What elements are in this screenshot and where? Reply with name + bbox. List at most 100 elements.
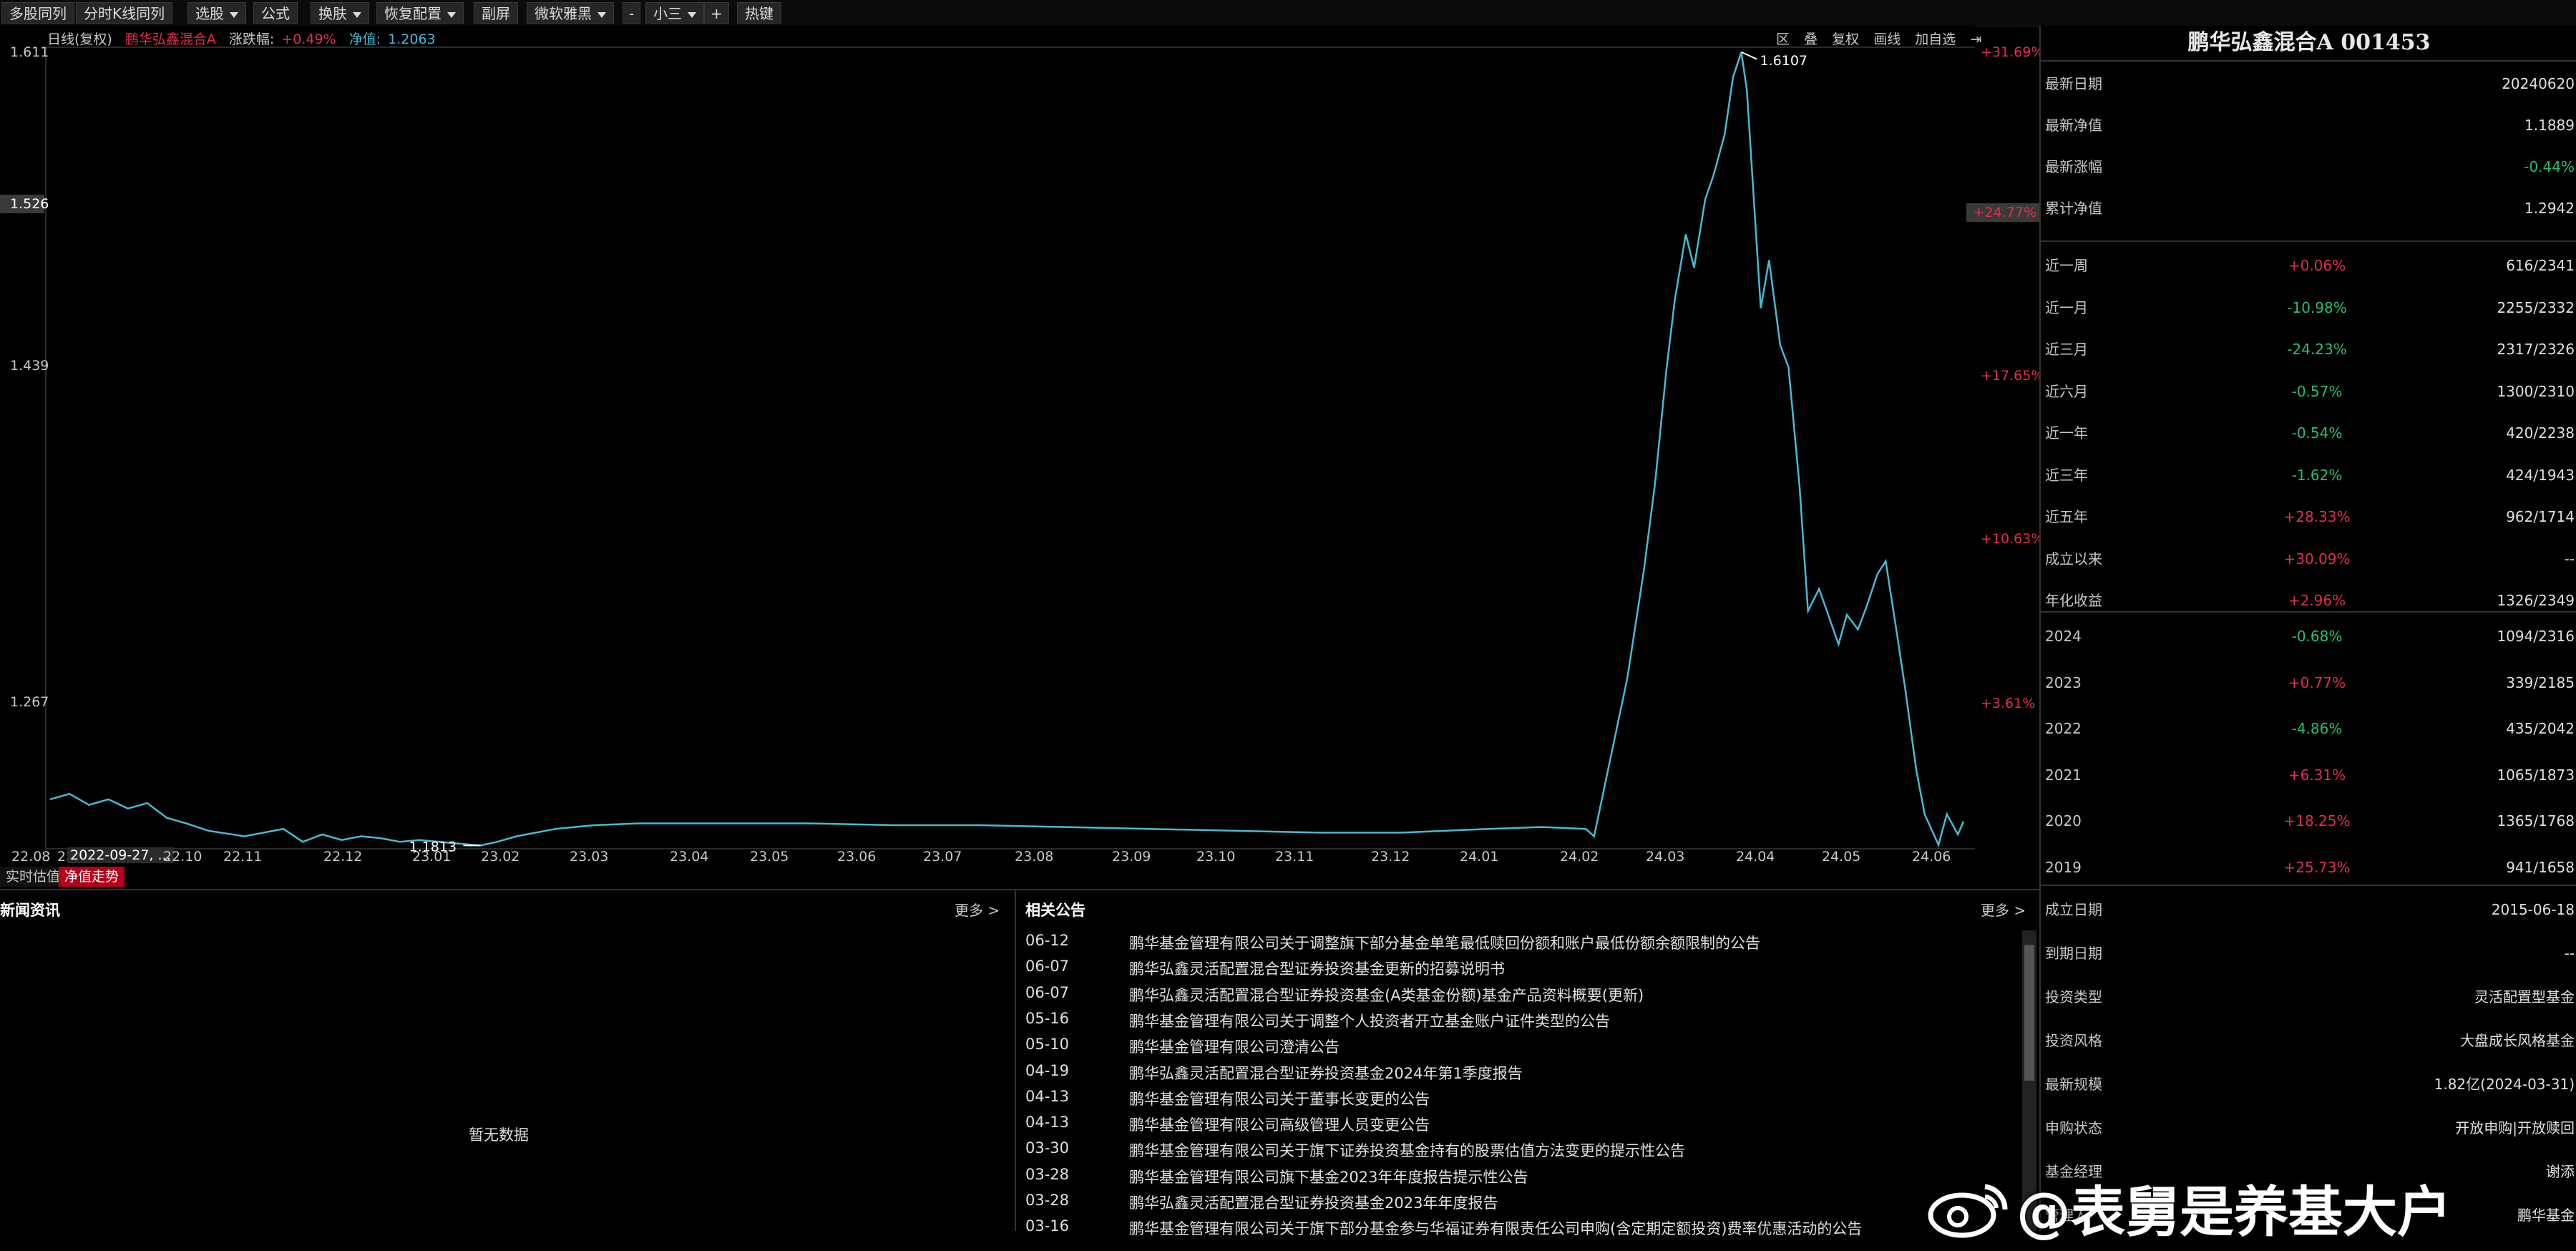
hotkey-button[interactable]: 热键 (737, 2, 781, 24)
row-pct: +18.25% (2283, 812, 2351, 829)
row-label: 最新规模 (2045, 1076, 2102, 1093)
chevron-down-icon (447, 11, 456, 18)
restore-config-button[interactable]: 恢复配置 (376, 2, 464, 24)
announcement-date: 04-13 (1025, 1087, 1070, 1105)
announcement-link[interactable]: 鹏华基金管理有限公司旗下基金2023年年度报告提示性公告 (1129, 1166, 1528, 1187)
row-label: 投资类型 (2045, 988, 2102, 1006)
announcement-link[interactable]: 鹏华基金管理有限公司关于调整个人投资者开立基金账户证件类型的公告 (1129, 1010, 1610, 1031)
fund-info-row: 最新规模 1.82亿(2024-03-31) (2045, 1063, 2575, 1105)
chevron-down-icon (230, 11, 238, 18)
x-tick: 23.06 (837, 849, 877, 865)
row-value: 开放申购|开放赎回 (2455, 1119, 2575, 1136)
tool-draw[interactable]: 画线 (1873, 31, 1901, 47)
announcement-link[interactable]: 鹏华弘鑫灵活配置混合型证券投资基金2023年年度报告 (1129, 1192, 1498, 1213)
multi-stock-button[interactable]: 多股同列 (1, 2, 74, 24)
watermark: @表舅是养基大户 (1925, 1168, 2451, 1244)
change-label: 涨跌幅: (228, 31, 275, 47)
chevron-down-icon (688, 11, 696, 18)
announcement-link[interactable]: 鹏华基金管理有限公司关于旗下部分基金参与华福证券有限责任公司申购(含定期定额投资… (1129, 1217, 1862, 1239)
divider (2041, 611, 2576, 613)
skin-button[interactable]: 换肤 (311, 2, 369, 24)
font-size-minus-button[interactable]: - (623, 2, 641, 24)
nav-label: 净值: (348, 31, 381, 47)
period-return-row: 近三月 -24.23% 2317/2326 (2045, 328, 2575, 370)
font-size-select[interactable]: 小三 (645, 2, 704, 24)
font-select[interactable]: 微软雅黑 (527, 2, 614, 24)
announcements-more-link[interactable]: 更多 > (1981, 899, 2026, 920)
x-tick: 23.03 (570, 849, 609, 865)
period-return-row: 近一周 +0.06% 616/2341 (2045, 245, 2575, 286)
row-label: 申购状态 (2045, 1119, 2102, 1136)
row-rank: 435/2042 (2506, 720, 2575, 737)
pct-tick: +17.65% (1981, 368, 2044, 384)
row-label: 近五年 (2045, 508, 2088, 525)
row-rank: 424/1943 (2506, 466, 2575, 484)
timeshare-kline-button[interactable]: 分时K线同列 (76, 2, 173, 24)
row-label: 近一周 (2045, 257, 2088, 274)
row-label: 2020 (2045, 812, 2082, 829)
row-value: 1.2942 (2524, 200, 2575, 217)
news-more-link[interactable]: 更多 > (955, 899, 1000, 920)
announcement-link[interactable]: 鹏华基金管理有限公司关于旗下证券投资基金持有的股票估值方法变更的提示性公告 (1129, 1139, 1685, 1161)
row-label: 近三年 (2045, 466, 2088, 484)
formula-button[interactable]: 公式 (253, 2, 298, 24)
row-label: 近三月 (2045, 341, 2088, 358)
tab-nav-trend[interactable]: 净值走势 (59, 867, 125, 887)
tool-overlay[interactable]: 叠 (1804, 31, 1818, 47)
row-pct: -10.98% (2287, 298, 2347, 316)
chart-mode-label: 日线(复权) (47, 31, 112, 47)
announcement-link[interactable]: 鹏华基金管理有限公司关于董事长变更的公告 (1129, 1088, 1430, 1109)
watermark-text: @表舅是养基大户 (2016, 1180, 2451, 1244)
row-rank: -- (2564, 550, 2575, 568)
scrollbar-thumb[interactable] (2024, 945, 2034, 1081)
row-value: 1.1889 (2524, 117, 2575, 134)
year-return-row: 2023 +0.77% 339/2185 (2045, 662, 2575, 704)
tool-add-watchlist[interactable]: 加自选 (1915, 31, 1956, 47)
font-size-plus-button[interactable]: + (704, 2, 729, 24)
announcement-date: 03-30 (1025, 1139, 1070, 1157)
row-pct: +28.33% (2283, 508, 2351, 525)
chart-header: 日线(复权) 鹏华弘鑫混合A 涨跌幅: +0.49% 净值: 1.2063 (47, 29, 444, 48)
sub-screen-button[interactable]: 副屏 (474, 2, 518, 24)
row-label: 2021 (2045, 766, 2082, 784)
tab-realtime-estimate[interactable]: 实时估值 (0, 867, 67, 887)
x-tick: 23.05 (750, 849, 789, 865)
pct-tick-highlight: +24.77% (1966, 203, 2039, 222)
x-tick: 22.10 (163, 849, 203, 865)
row-value: 1.82亿(2024-03-31) (2434, 1076, 2575, 1093)
announcement-date: 05-16 (1025, 1009, 1070, 1027)
row-label: 成立以来 (2045, 550, 2102, 568)
year-return-row: 2020 +18.25% 1365/1768 (2045, 800, 2575, 842)
announcement-link[interactable]: 鹏华基金管理有限公司关于调整旗下部分基金单笔最低赎回份额和账户最低份额余额限制的… (1129, 932, 1760, 953)
row-value: 鹏华基金 (2517, 1207, 2575, 1224)
tool-adjust[interactable]: 复权 (1832, 31, 1859, 47)
x-tick: 23.12 (1371, 849, 1410, 865)
tool-range[interactable]: 区 (1776, 31, 1790, 47)
announcement-link[interactable]: 鹏华弘鑫灵活配置混合型证券投资基金(A类基金份额)基金产品资料概要(更新) (1129, 984, 1644, 1006)
row-pct: -24.23% (2287, 341, 2347, 358)
announcement-link[interactable]: 鹏华弘鑫灵活配置混合型证券投资基金更新的招募说明书 (1129, 958, 1505, 979)
row-label: 最新日期 (2045, 75, 2102, 92)
announcement-date: 03-28 (1025, 1165, 1070, 1183)
x-cursor-label: 2022-09-27, ... (67, 847, 174, 863)
row-pct: -1.62% (2291, 466, 2343, 484)
announcement-link[interactable]: 鹏华弘鑫灵活配置混合型证券投资基金2024年第1季度报告 (1129, 1062, 1523, 1084)
row-label: 累计净值 (2045, 200, 2102, 217)
announcement-link[interactable]: 鹏华基金管理有限公司澄清公告 (1129, 1036, 1340, 1057)
pct-tick: +3.61% (1981, 696, 2036, 711)
row-value: 谢添 (2546, 1163, 2575, 1180)
exit-icon[interactable]: ⇥ (1970, 31, 1981, 47)
nav-line-chart[interactable]: 1.61071.1813 (0, 26, 1975, 889)
period-return-row: 近三年 -1.62% 424/1943 (2045, 454, 2575, 496)
period-return-row: 近六月 -0.57% 1300/2310 (2045, 371, 2575, 412)
y-tick: 1.267 (10, 694, 49, 710)
announcement-link[interactable]: 鹏华基金管理有限公司高级管理人员变更公告 (1129, 1114, 1430, 1135)
x-tick: 24.05 (1822, 849, 1861, 865)
fund-name-label: 鹏华弘鑫混合A (125, 31, 216, 47)
chart-area[interactable]: 1.6107 1.1813 (0, 26, 1975, 889)
row-value: -- (2564, 945, 2575, 962)
stock-picker-button[interactable]: 选股 (187, 2, 246, 24)
font-select-label: 微软雅黑 (535, 5, 592, 22)
divider (2041, 60, 2576, 62)
fund-basic-row: 累计净值 1.2942 (2045, 188, 2575, 229)
